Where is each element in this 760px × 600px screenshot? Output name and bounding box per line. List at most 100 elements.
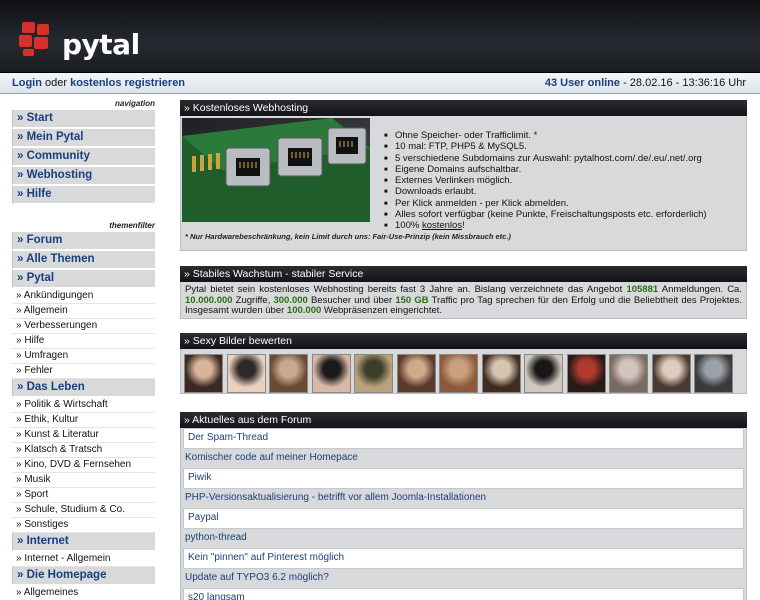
photo-thumbnail[interactable]	[439, 354, 478, 393]
growth-text-2: Anmeldungen. Ca.	[658, 284, 742, 295]
hosting-panel: Ohne Speicher- oder Trafficlimit. *10 ma…	[180, 116, 747, 251]
filter-category[interactable]: » Internet	[12, 533, 155, 551]
or-text: oder	[45, 77, 68, 89]
filter-category[interactable]: » Das Leben	[12, 379, 155, 397]
filter-subcategory[interactable]: » Allgemein	[12, 304, 155, 319]
nav-item[interactable]: » Community	[12, 148, 155, 166]
filter-subcategory[interactable]: » Kunst & Literatur	[12, 428, 155, 443]
hosting-footnote: * Nur Hardwarebeschränkung, kein Limit d…	[185, 232, 511, 241]
page: pytal Login oder kostenlos registrieren …	[0, 0, 760, 600]
forum-thread-link[interactable]: s20 langsam	[183, 588, 744, 600]
online-users-link[interactable]: 43 User online	[545, 77, 620, 89]
filter-subcategory[interactable]: » Schule, Studium & Co.	[12, 503, 155, 518]
filter-subcategory[interactable]: » Verbesserungen	[12, 319, 155, 334]
pictures-panel	[180, 349, 747, 394]
photo-thumbnail[interactable]	[354, 354, 393, 393]
forum-thread-link[interactable]: Der Spam-Thread	[183, 428, 744, 449]
traffic-amount: 150 GB	[395, 294, 429, 306]
feature-item: Eigene Domains aufschaltbar.	[384, 164, 707, 177]
filter-subcategory[interactable]: » Hilfe	[12, 334, 155, 349]
photo-thumbnail[interactable]	[226, 354, 266, 393]
photo-thumbnail[interactable]	[184, 354, 223, 393]
growth-text-6: Webpräsenzen eingerichtet.	[321, 305, 443, 316]
main-area: navigation » Start» Mein Pytal» Communit…	[0, 94, 760, 600]
forum-thread-link[interactable]: Piwik	[183, 468, 744, 489]
growth-text-3: Zugriffe,	[232, 294, 274, 306]
feature-item: Per Klick anmelden - per Klick abmelden.	[384, 198, 707, 211]
signup-count: 105881	[626, 284, 659, 295]
nav-list: » Start» Mein Pytal» Community» Webhosti…	[12, 110, 155, 204]
datetime-text: - 28.02.16 - 13:36:16 Uhr	[620, 77, 746, 89]
feature-item: 100% kostenlos!	[384, 220, 707, 233]
feature-item: 5 verschiedene Subdomains zur Auswahl: p…	[384, 153, 707, 166]
growth-panel: Pytal bietet sein kostenloses Webhosting…	[180, 282, 747, 319]
forum-thread-link[interactable]: PHP-Versionsaktualisierung - betrifft vo…	[181, 489, 746, 508]
feature-item: Ohne Speicher- oder Trafficlimit. *	[384, 130, 707, 143]
site-header: pytal	[0, 0, 760, 73]
photo-thumbnail[interactable]	[311, 354, 351, 393]
filter-list: » Forum» Alle Themen» Pytal» Ankündigung…	[12, 232, 155, 600]
free-prefix: 100%	[395, 220, 422, 232]
filter-subcategory[interactable]: » Kino, DVD & Fernsehen	[12, 458, 155, 473]
growth-text-1: Pytal bietet sein kostenloses Webhosting…	[185, 284, 627, 295]
filter-subcategory[interactable]: » Sonstiges	[12, 518, 155, 533]
filter-category[interactable]: » Die Homepage	[12, 567, 155, 585]
feature-item: Alles sofort verfügbar (keine Punkte, Fr…	[384, 209, 707, 222]
free-suffix: !	[462, 220, 465, 232]
photo-thumbnail[interactable]	[651, 354, 691, 393]
nav-item[interactable]: » Webhosting	[12, 167, 155, 185]
nav-item[interactable]: » Mein Pytal	[12, 129, 155, 147]
forum-thread-link[interactable]: Update auf TYPO3 6.2 möglich?	[181, 569, 746, 588]
feature-item: Externes Verlinken möglich.	[384, 175, 707, 188]
photo-thumbnail[interactable]	[396, 354, 436, 393]
forum-thread-link[interactable]: Kein "pinnen" auf Pinterest möglich	[183, 548, 744, 569]
photo-thumbnail[interactable]	[609, 354, 648, 393]
nav-item[interactable]: » Start	[12, 110, 155, 128]
photo-thumbnail[interactable]	[269, 354, 308, 393]
user-bar: Login oder kostenlos registrieren 43 Use…	[0, 73, 760, 94]
filter-subcategory[interactable]: » Allgemeines	[12, 586, 155, 600]
register-link[interactable]: kostenlos registrieren	[70, 77, 185, 89]
filter-category[interactable]: » Alle Themen	[12, 251, 155, 269]
nav-caption: navigation	[114, 99, 155, 108]
filter-subcategory[interactable]: » Ethik, Kultur	[12, 413, 155, 428]
filter-subcategory[interactable]: » Internet - Allgemein	[12, 552, 155, 567]
filter-subcategory[interactable]: » Fehler	[12, 364, 155, 379]
hosting-panel-title: » Kostenloses Webhosting	[180, 100, 747, 116]
filter-category[interactable]: » Forum	[12, 232, 155, 250]
filter-caption: themenfilter	[109, 221, 155, 230]
logo-icon[interactable]	[18, 22, 52, 56]
visitor-count: 300.000	[273, 294, 308, 306]
filter-subcategory[interactable]: » Klatsch & Tratsch	[12, 443, 155, 458]
filter-subcategory[interactable]: » Musik	[12, 473, 155, 488]
forum-thread-link[interactable]: Komischer code auf meiner Homepace	[181, 449, 746, 468]
login-link[interactable]: Login	[12, 77, 42, 89]
hits-count: 10.000.000	[185, 294, 233, 306]
nav-item[interactable]: » Hilfe	[12, 186, 155, 204]
forum-thread-link[interactable]: Paypal	[183, 508, 744, 529]
feature-item: 10 mal: FTP, PHP5 & MySQL5.	[384, 141, 707, 154]
site-count: 100.000	[286, 305, 322, 316]
filter-subcategory[interactable]: » Sport	[12, 488, 155, 503]
forum-panel-title: » Aktuelles aus dem Forum	[180, 412, 747, 428]
photo-thumbnail[interactable]	[566, 354, 606, 393]
photo-thumbnail[interactable]	[694, 354, 733, 393]
filter-subcategory[interactable]: » Umfragen	[12, 349, 155, 364]
forum-thread-link[interactable]: python-thread	[181, 529, 746, 548]
pictures-panel-title: » Sexy Bilder bewerten	[180, 333, 747, 349]
feature-list: Ohne Speicher- oder Trafficlimit. *10 ma…	[384, 130, 707, 233]
logo-text[interactable]: pytal	[62, 28, 140, 61]
free-link[interactable]: kostenlos	[422, 220, 462, 231]
network-card-image	[182, 118, 370, 222]
filter-category[interactable]: » Pytal	[12, 270, 155, 288]
photo-thumbnail[interactable]	[481, 354, 521, 393]
filter-subcategory[interactable]: » Ankündigungen	[12, 289, 155, 304]
photo-thumbnail[interactable]	[524, 354, 563, 393]
growth-text-4: Besucher und über	[307, 294, 396, 306]
forum-thread-list: Der Spam-Thread Komischer code auf meiner…	[180, 428, 747, 600]
feature-item: Downloads erlaubt.	[384, 186, 707, 199]
sidebar: navigation » Start» Mein Pytal» Communit…	[12, 94, 155, 600]
filter-subcategory[interactable]: » Politik & Wirtschaft	[12, 398, 155, 413]
content: » Kostenloses Webhosting ■ Ohne Speicher…	[180, 100, 747, 600]
growth-panel-title: » Stabiles Wachstum - stabiler Service	[180, 266, 747, 282]
